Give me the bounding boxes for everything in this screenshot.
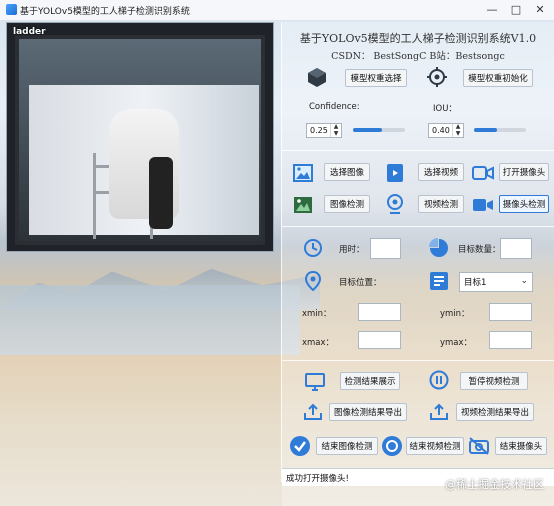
ymax-label: ymax： (440, 338, 473, 348)
clock-icon (302, 237, 324, 259)
select-image-button[interactable]: 选择图像 (324, 163, 370, 181)
confidence-slider[interactable] (353, 128, 405, 132)
location-pin-icon (302, 270, 324, 292)
camera-detect-icon (472, 194, 494, 216)
time-label: 用时： (339, 245, 365, 255)
ymin-field (489, 303, 532, 321)
lake-shape (0, 285, 300, 355)
close-icon[interactable]: ✕ (528, 2, 552, 18)
export-video-button[interactable]: 视频检测结果导出 (456, 403, 534, 421)
xmin-label: xmin： (302, 309, 332, 319)
divider-1 (282, 150, 554, 151)
end-video-detect-button[interactable]: 结束视频检测 (406, 437, 464, 455)
camera-off-icon (468, 435, 490, 457)
open-camera-button[interactable]: 打开摄像头 (499, 163, 549, 181)
list-icon (428, 270, 450, 292)
maximize-icon[interactable]: □ (504, 2, 528, 18)
time-field (370, 238, 401, 259)
confidence-stepper[interactable]: ▲ ▼ (330, 124, 341, 137)
init-weights-button[interactable]: 模型权重初始化 (463, 69, 533, 87)
confidence-value: 0.25 (310, 126, 328, 135)
person-legs (149, 157, 173, 229)
xmax-field (358, 331, 401, 349)
export-image-button[interactable]: 图像检测结果导出 (329, 403, 407, 421)
select-video-button[interactable]: 选择视频 (418, 163, 464, 181)
pause-video-button[interactable]: 暂停视频检测 (460, 372, 528, 390)
camera-icon (472, 162, 494, 184)
pie-chart-icon (428, 237, 450, 259)
camera-preview: ladder (6, 22, 274, 252)
stop-circle-icon (381, 435, 403, 457)
detection-label: ladder (13, 27, 46, 37)
image-detect-icon (292, 194, 314, 216)
end-camera-button[interactable]: 结束摄像头 (495, 437, 547, 455)
select-weights-button[interactable]: 模型权重选择 (345, 69, 407, 87)
target-select-value: 目标1 (464, 278, 487, 288)
app-icon (6, 4, 17, 15)
xmax-label: xmax： (302, 338, 335, 348)
xmin-field (358, 303, 401, 321)
iou-value: 0.40 (432, 126, 450, 135)
ymax-field (489, 331, 532, 349)
minimize-icon[interactable]: — (480, 2, 504, 18)
iou-spinbox[interactable]: 0.40 ▲ ▼ (428, 123, 464, 138)
divider-2 (282, 226, 554, 227)
iou-label: IOU： (433, 104, 457, 114)
stepper-down-icon[interactable]: ▼ (453, 130, 463, 138)
stepper-down-icon[interactable]: ▼ (331, 130, 341, 138)
target-icon (426, 66, 448, 88)
image-detect-button[interactable]: 图像检测 (324, 195, 370, 213)
video-detect-button[interactable]: 视频检测 (418, 195, 464, 213)
confidence-slider-fill (353, 128, 382, 132)
window-title: 基于YOLOv5模型的工人梯子检测识别系统 (20, 7, 190, 17)
count-field (500, 238, 532, 259)
iou-slider-fill (474, 128, 498, 132)
count-label: 目标数量： (458, 245, 501, 255)
control-panel (282, 22, 554, 506)
app-subtitle: CSDN： BestSongC B站：Bestsongc (331, 51, 505, 62)
chevron-down-icon[interactable]: ⌄ (520, 276, 528, 286)
titlebar: 基于YOLOv5模型的工人梯子检测识别系统 — □ ✕ (0, 0, 554, 21)
check-circle-icon (289, 435, 311, 457)
app-title: 基于YOLOv5模型的工人梯子检测识别系统V1.0 (299, 32, 537, 45)
pause-icon (428, 369, 450, 391)
show-result-button[interactable]: 检测结果展示 (340, 372, 400, 390)
divider-3 (282, 360, 554, 361)
end-image-detect-button[interactable]: 结束图像检测 (316, 437, 378, 455)
vertical-divider (281, 22, 282, 482)
position-label: 目标位置： (339, 278, 382, 288)
export-image-icon (302, 401, 324, 423)
confidence-label: Confidence: (309, 102, 360, 112)
target-select[interactable]: 目标1 ⌄ (459, 272, 533, 292)
main-window: 基于YOLOv5模型的工人梯子检测识别系统 — □ ✕ ladder 基于YOL… (0, 0, 554, 506)
export-video-icon (428, 401, 450, 423)
cube-icon (306, 66, 328, 88)
monitor-icon (304, 371, 326, 393)
iou-stepper[interactable]: ▲ ▼ (452, 124, 463, 137)
watermark: @稀土掘金技术社区 (445, 478, 544, 491)
image-icon (292, 162, 314, 184)
iou-slider[interactable] (474, 128, 526, 132)
status-message: 成功打开摄像头! (286, 473, 349, 484)
confidence-spinbox[interactable]: 0.25 ▲ ▼ (306, 123, 342, 138)
camera-detect-button[interactable]: 摄像头检测 (499, 195, 549, 213)
ymin-label: ymin： (440, 309, 470, 319)
video-file-icon (384, 162, 406, 184)
webcam-icon (384, 193, 406, 215)
